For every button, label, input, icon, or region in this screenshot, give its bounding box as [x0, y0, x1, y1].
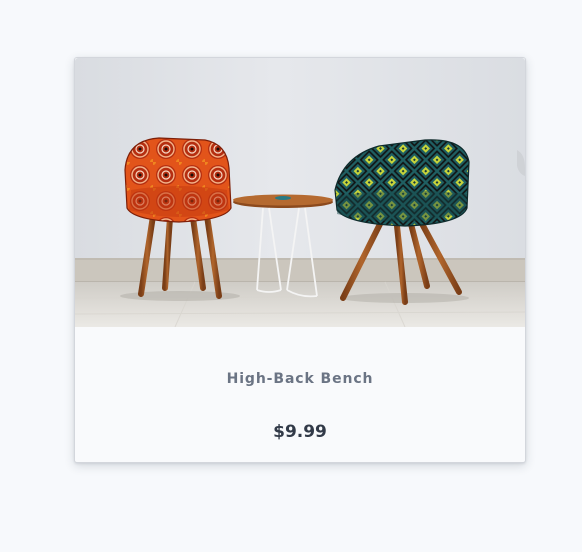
product-name[interactable]: High-Back Bench [75, 371, 525, 387]
product-image[interactable] [75, 58, 525, 327]
product-price: $9.99 [273, 422, 327, 442]
product-card[interactable]: High-Back Bench $9.99 [74, 57, 526, 463]
